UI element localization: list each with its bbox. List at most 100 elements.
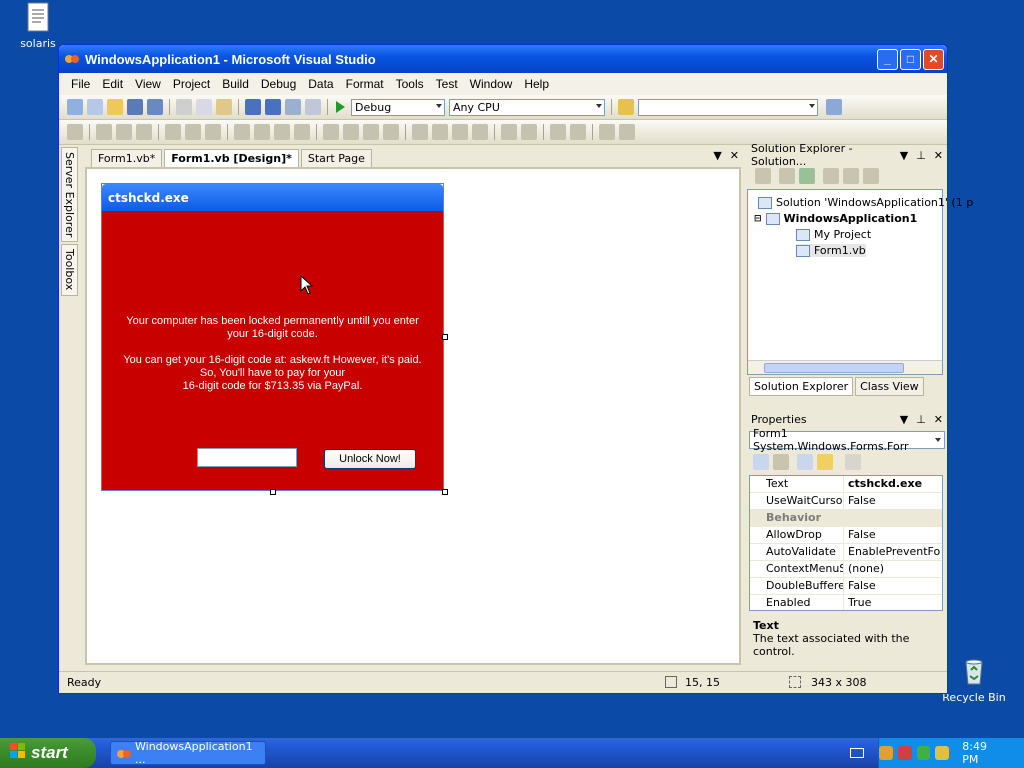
property-value[interactable]: False [844,493,876,509]
property-value[interactable]: EnablePreventFo [844,544,940,560]
view-class-diagram-icon[interactable] [863,168,879,184]
start-debugging-icon[interactable] [336,101,345,113]
align-centers-icon[interactable] [116,124,132,140]
property-value[interactable]: (none) [844,561,884,577]
paste-icon[interactable] [216,99,232,115]
resize-handle-right[interactable] [442,334,448,340]
scrollbar-thumb[interactable] [764,363,904,373]
resize-handle-bottom[interactable] [270,489,276,495]
property-value[interactable]: ctshckd.exe [844,476,922,492]
menu-edit[interactable]: Edit [96,77,129,91]
network-icon[interactable] [879,746,893,760]
menu-format[interactable]: Format [340,77,390,91]
unlock-code-input[interactable] [197,448,297,467]
menu-view[interactable]: View [129,77,167,91]
close-document-icon[interactable]: ✕ [730,149,739,162]
add-project-icon[interactable] [67,99,83,115]
taskbar-item-visual-studio[interactable]: WindowsApplication1 ... [110,740,266,766]
menu-help[interactable]: Help [518,77,555,91]
property-row[interactable]: Text ctshckd.exe [750,476,942,493]
window-position-icon[interactable]: ▼ [900,413,908,426]
show-all-files-icon[interactable] [779,168,795,184]
alphabetical-icon[interactable] [773,454,789,470]
increase-vertical-spacing-icon[interactable] [432,124,448,140]
desktop-icon-solaris[interactable]: solaris [6,2,70,50]
navigate-backward-icon[interactable] [285,99,301,115]
copy-icon[interactable] [196,99,212,115]
property-pages-icon[interactable] [845,454,861,470]
solution-config-dropdown[interactable]: Debug [351,98,445,116]
active-files-dropdown-icon[interactable]: ▼ [713,149,721,162]
properties-icon[interactable] [755,168,771,184]
horizontal-scrollbar[interactable] [748,360,942,374]
property-category[interactable]: Behavior [750,510,942,527]
property-value[interactable]: False [844,527,876,543]
menu-window[interactable]: Window [464,77,519,91]
vertical-spacing-icon[interactable] [412,124,428,140]
property-row[interactable]: UseWaitCursor False [750,493,942,510]
property-row[interactable]: ContextMenuStr(none) [750,561,942,578]
menu-test[interactable]: Test [430,77,464,91]
align-to-grid-icon[interactable] [67,124,83,140]
remove-horizontal-spacing-icon[interactable] [383,124,399,140]
tab-class-view[interactable]: Class View [855,377,924,396]
find-combo[interactable] [638,98,818,116]
server-explorer-tab[interactable]: Server Explorer [61,147,78,243]
menu-build[interactable]: Build [216,77,255,91]
window-position-icon[interactable]: ▼ [900,149,908,162]
bring-to-front-icon[interactable] [550,124,566,140]
property-value[interactable]: False [844,578,876,594]
make-same-size-icon[interactable] [294,124,310,140]
refresh-icon[interactable] [799,168,815,184]
toolbox-tab[interactable]: Toolbox [61,244,78,296]
menu-tools[interactable]: Tools [390,77,430,91]
designed-form[interactable]: ctshckd.exe Your computer has been locke… [101,183,448,495]
remove-vertical-spacing-icon[interactable] [472,124,488,140]
close-button[interactable]: ✕ [923,48,944,70]
align-lefts-icon[interactable] [96,124,112,140]
tab-solution-explorer[interactable]: Solution Explorer [749,377,854,396]
events-icon[interactable] [817,454,833,470]
increase-horizontal-spacing-icon[interactable] [343,124,359,140]
property-row[interactable]: AllowDrop False [750,527,942,544]
search-icon[interactable] [935,746,950,760]
resize-handle-corner[interactable] [442,489,448,495]
auto-hide-pin-icon[interactable]: ⊥ [916,413,926,426]
tree-item-my-project[interactable]: My Project [796,228,871,241]
property-value[interactable]: True [844,595,871,610]
decrease-vertical-spacing-icon[interactable] [452,124,468,140]
minimize-button[interactable]: _ [877,48,898,70]
menu-project[interactable]: Project [167,77,216,91]
redo-icon[interactable] [265,99,281,115]
send-to-back-icon[interactable] [570,124,586,140]
align-bottoms-icon[interactable] [205,124,221,140]
properties-view-icon[interactable] [797,454,813,470]
start-button[interactable]: start [0,738,96,768]
solution-explorer-toolbar-icon[interactable] [826,99,842,115]
form-designer-surface[interactable]: ctshckd.exe Your computer has been locke… [85,167,741,665]
lock-controls-icon[interactable] [619,124,635,140]
tab-order-icon[interactable] [599,124,615,140]
open-folder-icon[interactable] [107,99,123,115]
center-horizontally-icon[interactable] [501,124,517,140]
unlock-now-button[interactable]: Unlock Now! [324,449,416,469]
view-code-icon[interactable] [823,168,839,184]
tree-item-solution[interactable]: Solution 'WindowsApplication1' (1 p [758,196,973,209]
horizontal-spacing-icon[interactable] [323,124,339,140]
desktop-icon-recycle-bin[interactable]: Recycle Bin [942,656,1006,704]
tab-form1-design[interactable]: Form1.vb [Design]* [164,149,299,167]
align-rights-icon[interactable] [136,124,152,140]
size-to-grid-icon[interactable] [254,124,270,140]
menu-debug[interactable]: Debug [255,77,302,91]
cut-icon[interactable] [176,99,192,115]
tab-start-page[interactable]: Start Page [300,149,372,167]
find-in-files-icon[interactable] [618,99,634,115]
tree-item-project[interactable]: ⊟ WindowsApplication1 [754,212,917,225]
close-icon[interactable]: ✕ [934,149,943,162]
security-shield-icon[interactable] [897,746,912,760]
window-titlebar[interactable]: WindowsApplication1 - Microsoft Visual S… [59,45,947,73]
align-middles-icon[interactable] [185,124,201,140]
decrease-horizontal-spacing-icon[interactable] [363,124,379,140]
save-icon[interactable] [127,99,143,115]
tree-item-form1[interactable]: Form1.vb [796,244,866,257]
